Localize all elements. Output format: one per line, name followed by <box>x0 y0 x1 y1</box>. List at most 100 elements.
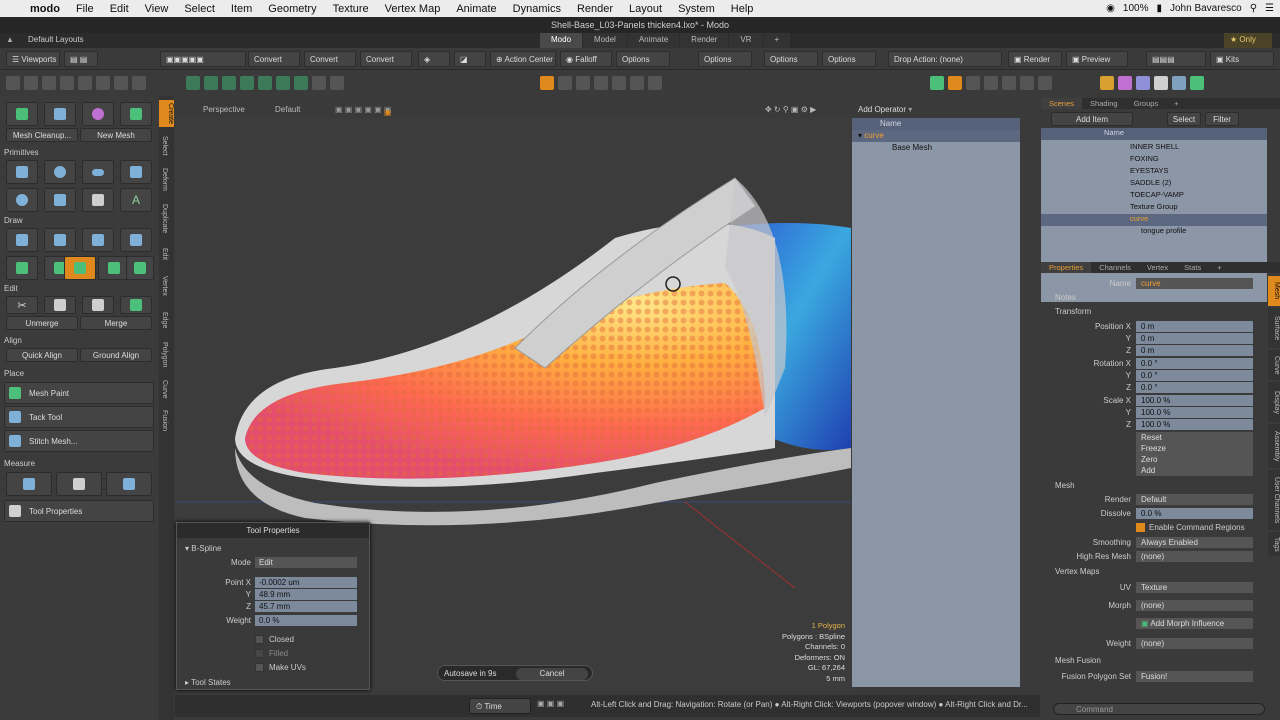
vtab-edge[interactable]: Edge <box>161 312 168 328</box>
name-input[interactable]: curve <box>1136 278 1253 289</box>
mesh-section[interactable]: Mesh <box>1055 481 1075 490</box>
mesh-cleanup-button[interactable]: Mesh Cleanup... <box>6 128 78 142</box>
vtab-deform[interactable]: Deform <box>161 168 168 191</box>
autosave-cancel-button[interactable]: Cancel <box>516 668 588 680</box>
vtab-curve[interactable]: Curve <box>161 380 168 399</box>
user-name[interactable]: John Bavaresco <box>1170 3 1242 14</box>
paste-icon[interactable] <box>82 296 114 314</box>
rvtab-display[interactable]: Display <box>1268 382 1280 422</box>
kit-icon-3[interactable] <box>1136 76 1150 90</box>
item-inner-shell[interactable]: INNER SHELL <box>1041 142 1267 154</box>
polygon-mode-icon[interactable] <box>222 76 236 90</box>
refresh-icon[interactable] <box>132 76 146 90</box>
add-tab-button[interactable]: + <box>763 33 791 48</box>
add-workplane-icon[interactable] <box>630 76 644 90</box>
polygon-draw-icon[interactable] <box>82 228 114 252</box>
menu-dynamics[interactable]: Dynamics <box>505 3 569 15</box>
view-style[interactable]: Default <box>275 105 300 114</box>
tab-properties[interactable]: Properties <box>1041 262 1092 273</box>
falloff-button[interactable]: ◉ Falloff <box>560 51 612 67</box>
position-x-input[interactable]: 0 m <box>1136 321 1253 332</box>
preset-icon[interactable] <box>1002 76 1016 90</box>
menu-view[interactable]: View <box>137 3 177 15</box>
merge-icon[interactable] <box>120 296 152 314</box>
default-layouts[interactable]: Default Layouts <box>28 35 84 44</box>
kit-icon-6[interactable] <box>1190 76 1204 90</box>
rvtab-curve[interactable]: Curve <box>1268 350 1280 380</box>
tool-properties-title[interactable]: Tool Properties <box>177 523 369 538</box>
panel-icon[interactable] <box>966 76 980 90</box>
menu-system[interactable]: System <box>670 3 723 15</box>
high-res-select[interactable]: (none) <box>1136 551 1253 562</box>
text-icon[interactable]: A <box>120 188 152 212</box>
fusion-set-select[interactable]: Fusion! <box>1136 671 1253 682</box>
bounding-box-icon[interactable] <box>106 472 152 496</box>
snap-icon[interactable]: ◈ <box>418 51 450 67</box>
add-operator-button[interactable]: Add Operator <box>858 105 906 114</box>
viewports-button[interactable]: ☰ Viewports <box>6 51 60 67</box>
layout-icons-button[interactable]: ▤ ▤ <box>64 51 98 67</box>
rotate-icon[interactable] <box>24 76 38 90</box>
item-texture-group[interactable]: Texture Group <box>1041 202 1267 214</box>
time-button[interactable]: ⏱ Time <box>469 698 531 714</box>
cut-icon[interactable]: ✂ <box>6 296 38 314</box>
new-mesh-button[interactable]: New Mesh <box>80 128 152 142</box>
rotation-y-input[interactable]: 0.0 ° <box>1136 370 1253 381</box>
mesh-fusion-section[interactable]: Mesh Fusion <box>1055 656 1101 665</box>
sphere-item-icon[interactable] <box>82 102 114 126</box>
tack-tool-button[interactable]: Tack Tool <box>4 406 154 428</box>
select-tools-group[interactable]: ▣▣▣▣▣ <box>160 51 246 67</box>
edit-section[interactable]: Edit <box>4 284 18 293</box>
align-section[interactable]: Align <box>4 336 22 345</box>
search-tool-icon[interactable] <box>330 76 344 90</box>
cylinder-icon[interactable] <box>44 188 76 212</box>
operator-curve[interactable]: ▾ curve <box>852 130 1020 142</box>
menu-select[interactable]: Select <box>176 3 223 15</box>
select-button[interactable]: Select <box>1167 112 1201 126</box>
vtab-edit[interactable]: Edit <box>161 248 168 260</box>
tube-icon[interactable] <box>82 188 114 212</box>
menu-geometry[interactable]: Geometry <box>260 3 324 15</box>
curve-icon[interactable] <box>6 256 38 280</box>
freeze-button[interactable]: Freeze <box>1136 443 1253 454</box>
smoothing-select[interactable]: Always Enabled <box>1136 537 1253 548</box>
battery-percent[interactable]: 100% <box>1123 3 1149 14</box>
tab-render[interactable]: Render <box>680 33 729 48</box>
layout-toggles[interactable]: ▤▤▤ <box>1146 51 1206 67</box>
filled-checkbox[interactable] <box>255 649 264 658</box>
menu-layout[interactable]: Layout <box>621 3 670 15</box>
convert-button-3[interactable]: Convert <box>360 51 412 67</box>
kit-icon-4[interactable] <box>1154 76 1168 90</box>
stitch-mesh-button[interactable]: Stitch Mesh... <box>4 430 154 452</box>
command-regions-checkbox[interactable] <box>1136 523 1145 532</box>
symmetry-icon[interactable]: ◪ <box>454 51 486 67</box>
battery-icon[interactable]: ▮ <box>1156 3 1162 14</box>
workplane-icon[interactable] <box>540 76 554 90</box>
rvtab-surface[interactable]: Surface <box>1268 308 1280 348</box>
vtab-fusion[interactable]: Fusion <box>161 410 168 431</box>
vtab-select[interactable]: Select <box>161 136 168 155</box>
bspline-section[interactable]: ▾ B-Spline <box>185 544 222 553</box>
measure-section[interactable]: Measure <box>4 459 35 468</box>
mesh-paint-button[interactable]: Mesh Paint <box>4 382 154 404</box>
capsule-icon[interactable] <box>82 160 114 184</box>
grid-scale-icon[interactable] <box>612 76 626 90</box>
item-foxing[interactable]: FOXING <box>1041 154 1267 166</box>
snap-grid-icon[interactable] <box>558 76 572 90</box>
closed-checkbox[interactable] <box>255 635 264 644</box>
options-button-1[interactable]: Options <box>616 51 670 67</box>
viewport-options-icons[interactable]: ▣ ▣ ▣ ▣ ▣ ▣ ▣ <box>335 105 391 117</box>
locator-icon[interactable] <box>44 102 76 126</box>
tab-modo[interactable]: Modo <box>540 33 583 48</box>
menu-edit[interactable]: Edit <box>102 3 137 15</box>
reset-button[interactable]: Reset <box>1136 432 1253 443</box>
add-morph-button[interactable]: ▣ Add Morph Influence <box>1136 618 1253 629</box>
scale-y-input[interactable]: 100.0 % <box>1136 407 1253 418</box>
backdrop-icon[interactable] <box>120 102 152 126</box>
draw-section[interactable]: Draw <box>4 216 23 225</box>
menu-render[interactable]: Render <box>569 3 621 15</box>
green-dot-icon[interactable] <box>1020 76 1034 90</box>
grid-icon[interactable] <box>594 76 608 90</box>
weight-map-select[interactable]: (none) <box>1136 638 1253 649</box>
refresh-view-icon[interactable] <box>1038 76 1052 90</box>
